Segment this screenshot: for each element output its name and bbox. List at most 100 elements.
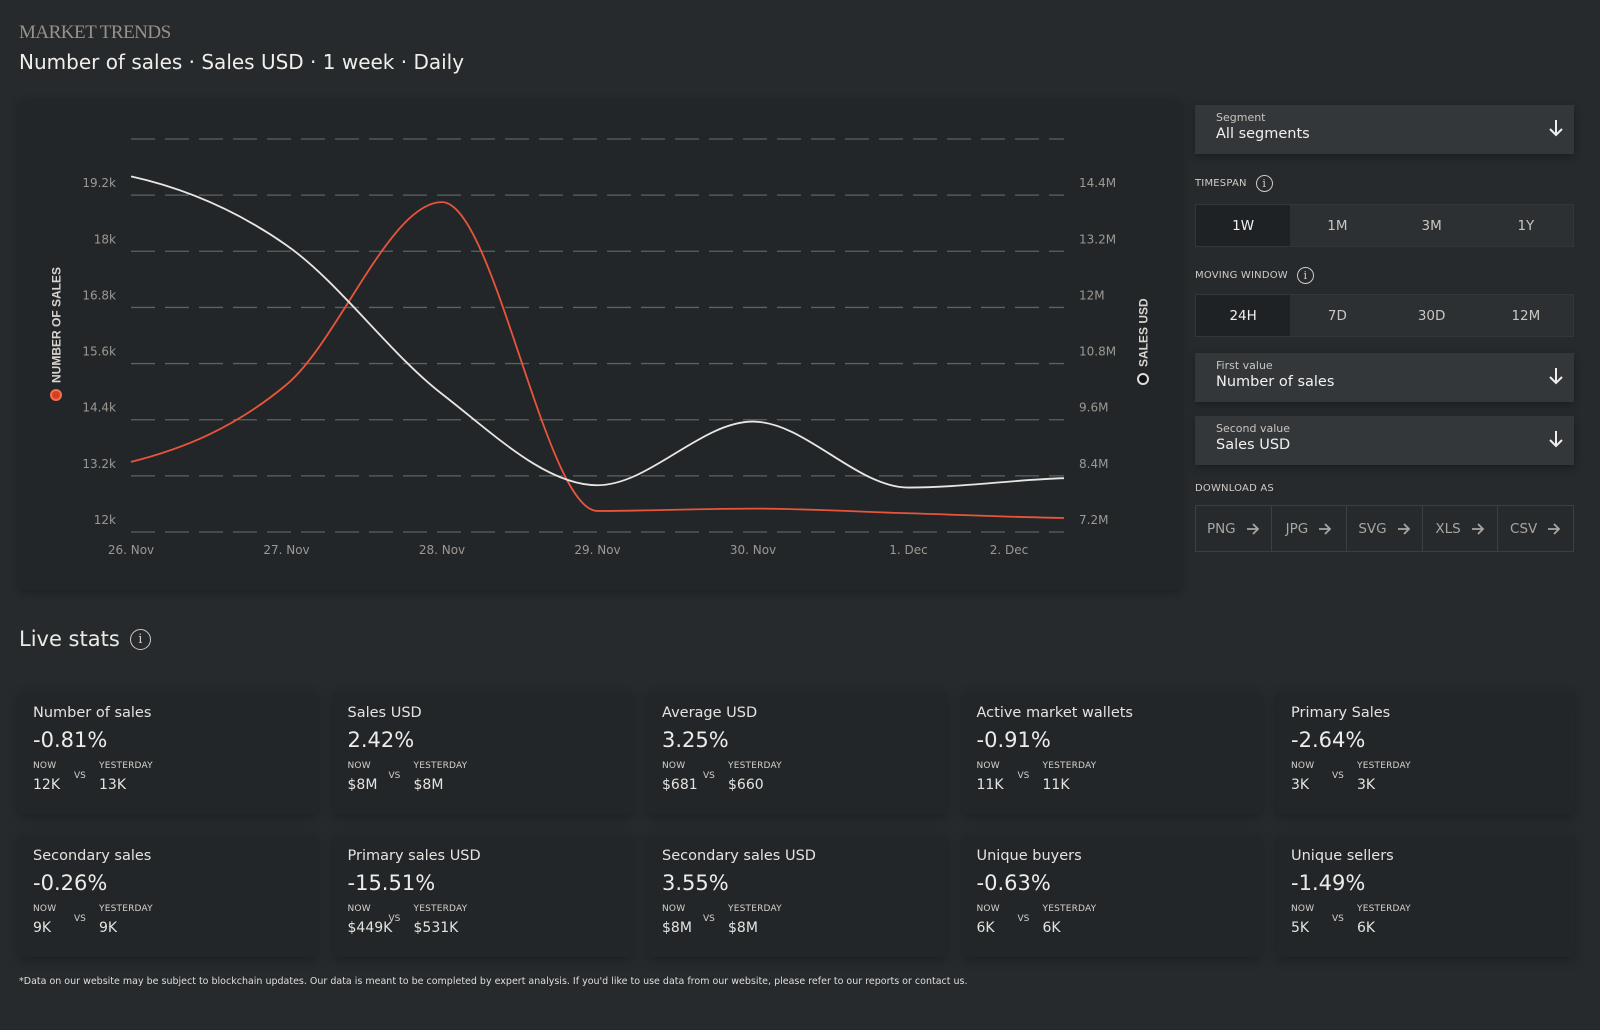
first-value-select[interactable]: First value Number of sales <box>1195 353 1574 402</box>
moving-window-option-24h[interactable]: 24H <box>1196 295 1291 336</box>
y-left-tick-label: 14.4k <box>82 401 116 415</box>
download-csv-button[interactable]: CSV <box>1498 506 1573 551</box>
stat-card: Unique buyers -0.63% NOW 6K VS YESTERDAY… <box>962 835 1261 957</box>
info-icon[interactable]: i <box>1255 175 1273 192</box>
timespan-segmented-control: 1W 1M 3M 1Y <box>1195 204 1574 247</box>
yesterday-label: YESTERDAY <box>99 761 153 771</box>
timespan-label: TIMESPAN i <box>1195 175 1273 192</box>
stat-title: Number of sales <box>33 705 152 721</box>
stat-card: Sales USD 2.42% NOW $8M VS YESTERDAY $8M <box>333 692 632 814</box>
vs-label: VS <box>703 771 715 781</box>
now-label: NOW <box>662 904 686 914</box>
series-line-sales-usd[interactable] <box>130 175 1065 489</box>
x-tick-label: 29. Nov <box>574 543 620 557</box>
moving-window-option-7d[interactable]: 7D <box>1290 295 1384 336</box>
vs-label: VS <box>1332 914 1344 924</box>
y-left-tick-label: 18k <box>94 232 116 246</box>
y-right-tick-label: 9.6M <box>1079 401 1108 415</box>
now-value: 3K <box>1291 777 1310 793</box>
y-left-axis-label: NUMBER OF SALES <box>50 267 64 383</box>
download-svg-button[interactable]: SVG <box>1347 506 1423 551</box>
yesterday-value: 6K <box>1042 920 1061 936</box>
page-title: Number of sales · Sales USD · 1 week · D… <box>19 50 465 74</box>
stat-title: Secondary sales <box>33 848 152 864</box>
section-eyebrow: MARKET TRENDS <box>19 22 171 43</box>
now-label: NOW <box>347 904 371 914</box>
stat-title: Secondary sales USD <box>662 848 816 864</box>
y-left-tick-label: 15.6k <box>82 345 116 359</box>
download-xls-button[interactable]: XLS <box>1423 506 1499 551</box>
yesterday-label: YESTERDAY <box>1357 904 1411 914</box>
live-stats-heading: Live stats i <box>19 627 151 651</box>
moving-window-option-30d[interactable]: 30D <box>1385 295 1479 336</box>
yesterday-label: YESTERDAY <box>413 761 468 771</box>
stat-change: 2.42% <box>347 728 415 752</box>
arrow-down-icon <box>1549 431 1563 448</box>
yesterday-label: YESTERDAY <box>99 904 153 914</box>
second-value-select[interactable]: Second value Sales USD <box>1195 416 1574 465</box>
info-icon[interactable]: i <box>129 628 151 650</box>
live-stats-title: Live stats <box>19 627 120 651</box>
yesterday-value: 9K <box>99 920 118 936</box>
moving-window-option-12m[interactable]: 12M <box>1479 295 1573 336</box>
now-value: 12K <box>33 777 60 793</box>
now-value: 9K <box>33 920 52 936</box>
arrow-down-icon <box>1549 368 1563 385</box>
vs-label: VS <box>74 771 86 781</box>
arrow-right-icon <box>1548 522 1561 535</box>
stat-title: Unique sellers <box>1291 848 1394 864</box>
y-left-tick-label: 16.8k <box>82 288 116 302</box>
stat-title: Unique buyers <box>976 848 1082 864</box>
y-right-axis-label: SALES USD <box>1137 298 1151 367</box>
now-value: 6K <box>976 920 995 936</box>
download-png-button[interactable]: PNG <box>1196 506 1272 551</box>
download-label: DOWNLOAD AS <box>1195 483 1274 494</box>
stat-title: Primary sales USD <box>347 848 481 864</box>
now-label: NOW <box>347 761 371 771</box>
download-jpg-button[interactable]: JPG <box>1272 506 1348 551</box>
now-label: NOW <box>976 904 1000 914</box>
x-tick-label: 28. Nov <box>419 543 465 557</box>
now-value: 11K <box>976 777 1004 793</box>
y-left-axis-title: NUMBER OF SALES <box>50 267 64 401</box>
second-value-value: Sales USD <box>1216 437 1291 453</box>
stat-change: 3.55% <box>662 871 729 895</box>
y-right-tick-label: 14.4M <box>1079 176 1116 190</box>
segment-select[interactable]: Segment All segments <box>1195 105 1574 154</box>
stat-change: -15.51% <box>347 871 436 895</box>
yesterday-label: YESTERDAY <box>1357 761 1411 771</box>
stat-change: -0.63% <box>976 871 1051 895</box>
stat-card: Secondary sales -0.26% NOW 9K VS YESTERD… <box>19 835 317 957</box>
yesterday-value: 11K <box>1042 777 1070 793</box>
y-right-tick-label: 10.8M <box>1079 345 1116 359</box>
stat-title: Average USD <box>662 705 758 721</box>
series-marker-number-of-sales <box>50 389 62 401</box>
arrow-right-icon <box>1319 522 1332 535</box>
info-icon[interactable]: i <box>1296 267 1314 284</box>
arrow-right-icon <box>1397 522 1410 535</box>
now-label: NOW <box>662 761 686 771</box>
stat-title: Active market wallets <box>976 705 1134 721</box>
yesterday-label: YESTERDAY <box>1042 761 1097 771</box>
format-label: SVG <box>1358 520 1387 537</box>
timespan-option-1m[interactable]: 1M <box>1290 205 1384 246</box>
vs-label: VS <box>1017 771 1030 781</box>
y-right-tick-label: 13.2M <box>1079 232 1116 246</box>
arrow-down-icon <box>1549 120 1563 137</box>
first-value-value: Number of sales <box>1216 374 1335 390</box>
footnote: *Data on our website may be subject to b… <box>19 976 968 987</box>
stat-change: -1.49% <box>1291 871 1366 895</box>
x-tick-label: 1. Dec <box>889 543 927 557</box>
now-value: $8M <box>662 920 692 936</box>
series-line-number-of-sales[interactable] <box>130 201 1065 519</box>
timespan-option-3m[interactable]: 3M <box>1385 205 1479 246</box>
timespan-option-1y[interactable]: 1Y <box>1479 205 1573 246</box>
moving-window-segmented-control: 24H 7D 30D 12M <box>1195 294 1574 337</box>
x-tick-label: 30. Nov <box>730 543 776 557</box>
x-tick-label: 26. Nov <box>108 543 154 557</box>
chart-card: 12k 13.2k 14.4k 15.6k 16.8k 18k 19.2k 7.2M 8.4M 9… <box>19 100 1181 590</box>
y-right-tick-label: 12M <box>1079 288 1105 302</box>
now-value: $8M <box>347 777 378 793</box>
x-tick-label: 2. Dec <box>990 543 1028 557</box>
timespan-option-1w[interactable]: 1W <box>1196 205 1291 246</box>
